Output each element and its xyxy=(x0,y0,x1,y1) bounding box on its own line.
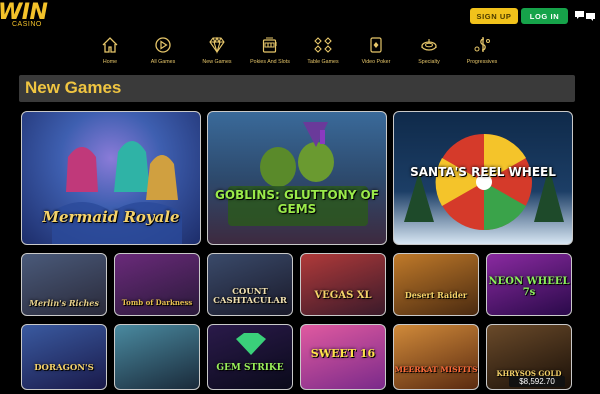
nav-label: Pokies And Slots xyxy=(250,59,290,65)
section-title: New Games xyxy=(25,78,122,97)
card-suits-icon xyxy=(314,37,332,53)
nav-item-specialty[interactable]: Specialty xyxy=(399,36,459,65)
game-tile-sweet-16[interactable]: SWEET 16 xyxy=(300,324,386,390)
slot-machine-icon xyxy=(262,37,277,53)
game-tile-untitled[interactable] xyxy=(114,324,200,390)
jackpot-amount: $8,592.70 xyxy=(509,376,565,387)
tile-title: Merlin's Riches xyxy=(29,298,99,308)
game-tile-neon-wheel-7s[interactable]: NEON WHEEL 7s xyxy=(486,253,572,316)
nav-label: Table Games xyxy=(307,59,339,65)
tile-title: GEM STRIKE xyxy=(216,363,284,373)
game-tile-santas-reel-wheel[interactable]: SANTA'S REEL WHEEL xyxy=(393,111,573,245)
tile-title: COUNT CASHTACULAR xyxy=(213,287,287,306)
nav-label: Home xyxy=(102,59,118,65)
tile-title: DORAGON'S xyxy=(34,363,94,373)
nav-item-home[interactable]: Home xyxy=(80,36,140,65)
nav-item-progressives[interactable]: Progressives xyxy=(452,36,512,65)
nav-label: New Games xyxy=(202,59,232,65)
game-tile-mermaid-royale[interactable]: Mermaid Royale xyxy=(21,111,201,245)
game-tile-goblins-gluttony-of-gems[interactable]: GOBLINS: GLUTTONY OF GEMS xyxy=(207,111,387,245)
roulette-icon xyxy=(421,39,437,51)
tile-title: Tomb of Darkness xyxy=(121,298,193,307)
tile-title: SWEET 16 xyxy=(310,347,376,360)
play-circle-icon xyxy=(155,37,171,53)
nav-label: All Games xyxy=(150,59,176,65)
logo-subtext: CASINO xyxy=(12,21,42,28)
chat-bubbles-icon[interactable] xyxy=(574,9,596,23)
game-tile-desert-raider[interactable]: Desert Raider xyxy=(393,253,479,316)
game-tile-count-cashtacular[interactable]: COUNT CASHTACULAR xyxy=(207,253,293,316)
game-tile-gem-strike[interactable]: GEM STRIKE xyxy=(207,324,293,390)
casino-logo[interactable]: WIN CASINO xyxy=(0,0,60,32)
nav-item-new-games[interactable]: New Games xyxy=(187,36,247,65)
tile-title: Mermaid Royale xyxy=(42,208,180,226)
tile-title: Desert Raider xyxy=(404,290,468,300)
tile-title: GOBLINS: GLUTTONY OF GEMS xyxy=(215,188,379,216)
category-nav: Home All Games New Games Pokies And Slot… xyxy=(0,36,600,70)
tile-title: VEGAS XL xyxy=(314,290,372,301)
log-in-button[interactable]: LOG IN xyxy=(521,8,568,24)
nav-label: Progressives xyxy=(466,59,498,65)
nav-item-table-games[interactable]: Table Games xyxy=(293,36,353,65)
game-tile-doragons[interactable]: DORAGON'S xyxy=(21,324,107,390)
game-tile-merlins-riches[interactable]: Merlin's Riches xyxy=(21,253,107,316)
nav-item-pokies-and-slots[interactable]: Pokies And Slots xyxy=(240,36,300,65)
diamond-icon xyxy=(209,36,225,54)
tile-artwork xyxy=(228,122,368,226)
tile-title: MEERKAT MISFITS xyxy=(394,365,478,374)
dollar-coins-icon xyxy=(474,37,490,52)
nav-item-all-games[interactable]: All Games xyxy=(133,36,193,65)
game-tile-vegas-xl[interactable]: VEGAS XL xyxy=(300,253,386,316)
sign-up-button[interactable]: SIGN UP xyxy=(470,8,518,24)
tile-title: SANTA'S REEL WHEEL xyxy=(410,165,556,179)
game-tile-tomb-of-darkness[interactable]: Tomb of Darkness xyxy=(114,253,200,316)
gem-icon xyxy=(236,333,266,355)
tile-title: NEON WHEEL 7s xyxy=(488,276,570,298)
section-header: New Games xyxy=(19,75,575,102)
home-icon xyxy=(102,37,118,53)
playing-card-icon xyxy=(370,37,382,53)
nav-label: Video Poker xyxy=(361,59,391,65)
nav-label: Specialty xyxy=(418,59,440,65)
game-tile-khrysos-gold[interactable]: KHRYSOS GOLD $8,592.70 xyxy=(486,324,572,390)
nav-item-video-poker[interactable]: Video Poker xyxy=(346,36,406,65)
game-tile-meerkat-misfits[interactable]: MEERKAT MISFITS xyxy=(393,324,479,390)
